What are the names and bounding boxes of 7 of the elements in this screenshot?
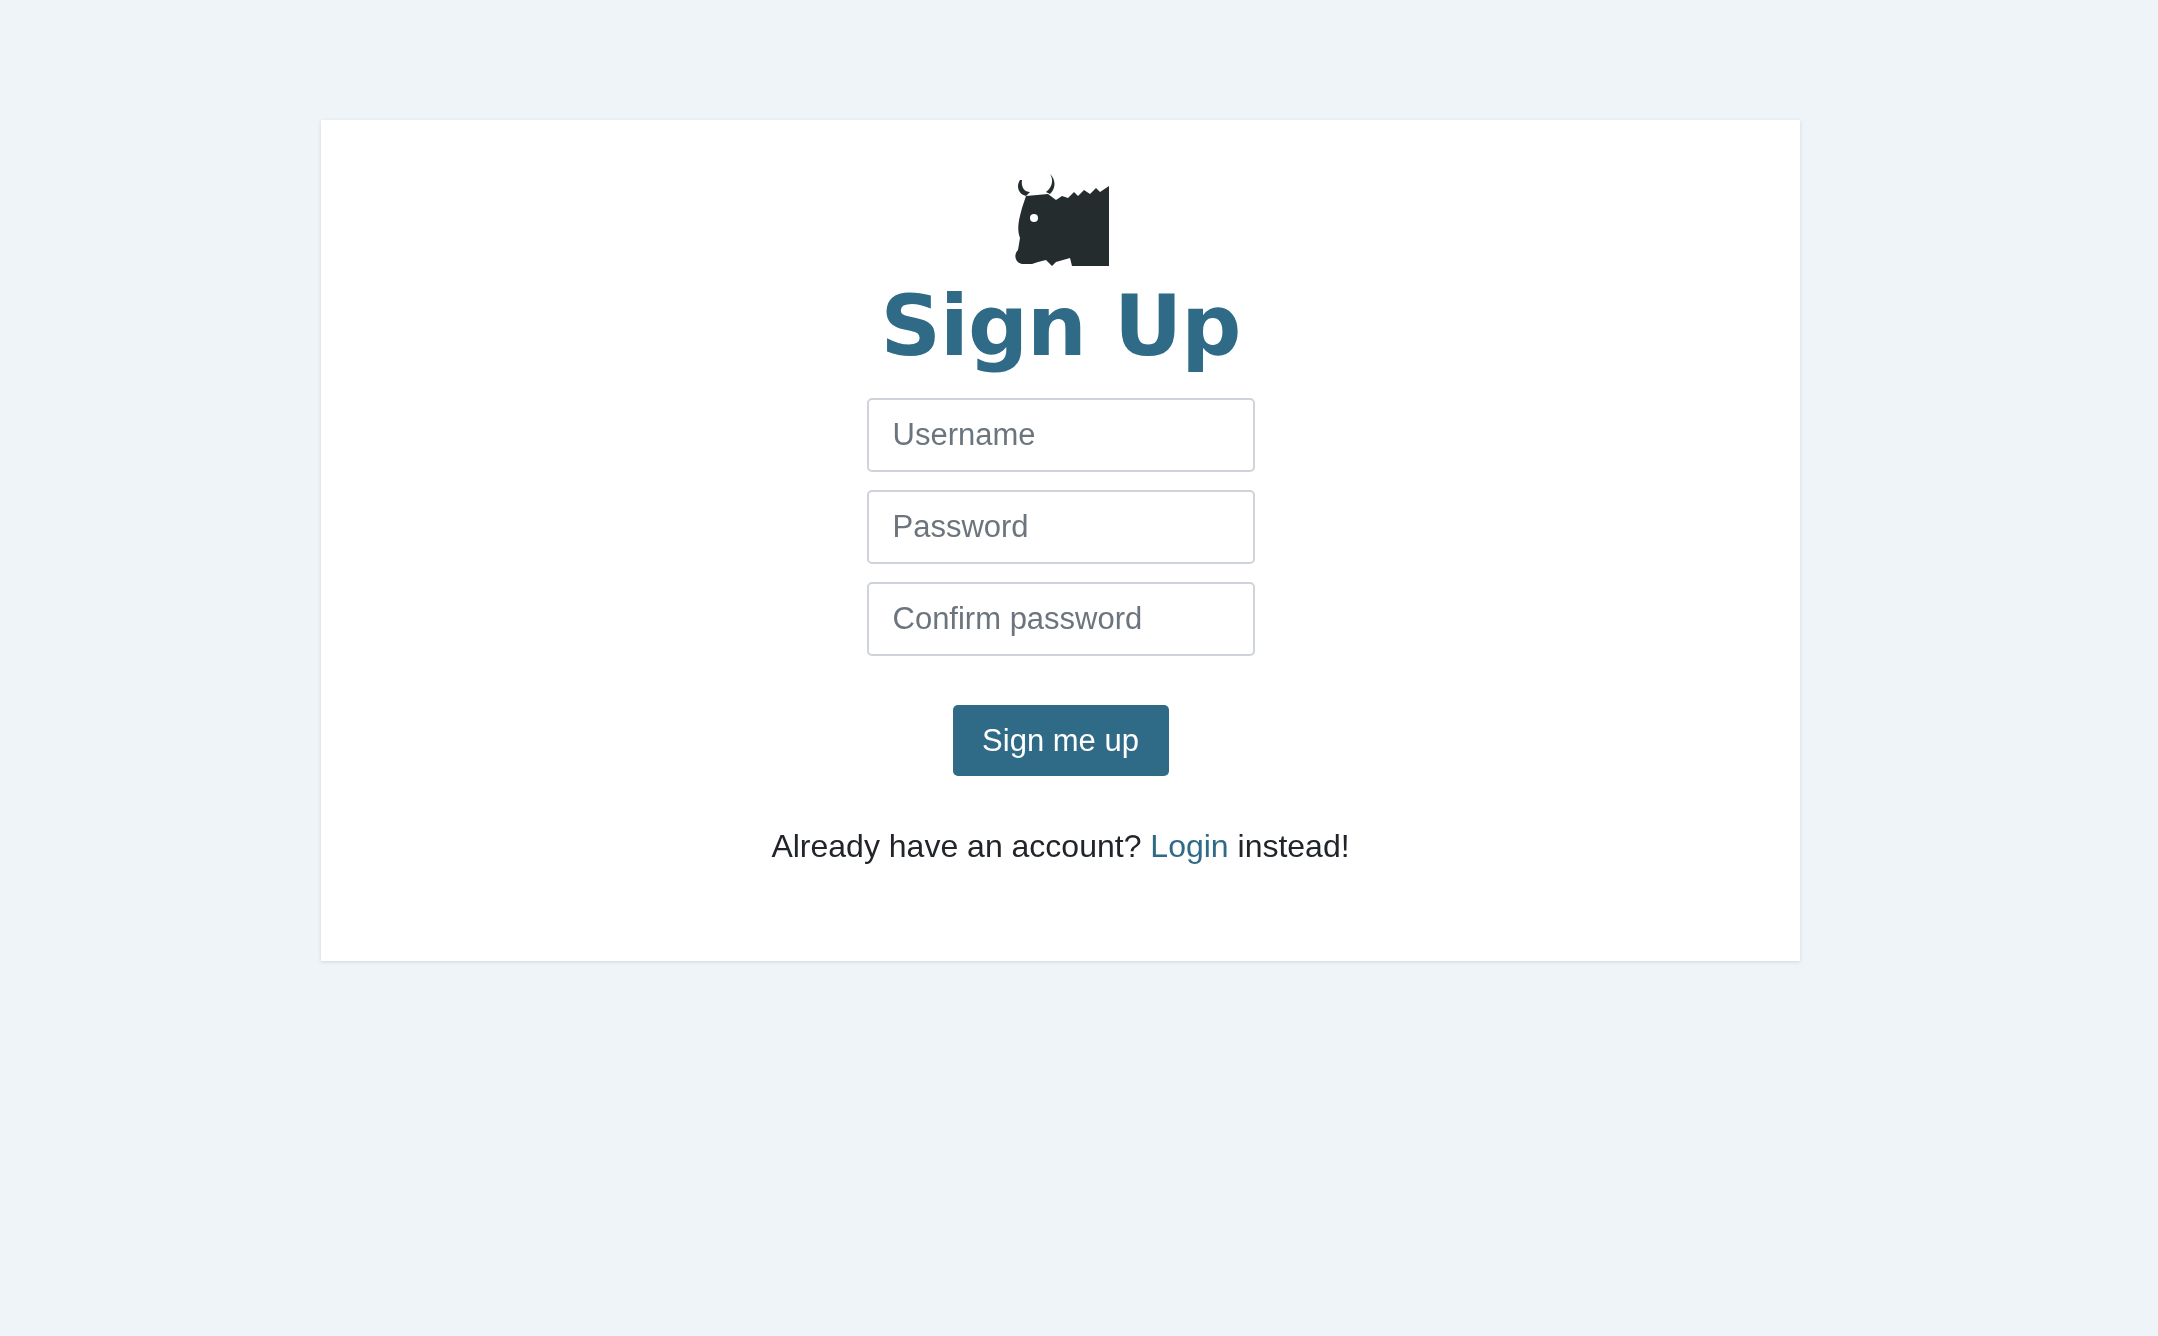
text-field[interactable]: Password bbox=[866, 490, 1255, 564]
page-title: Sign Up bbox=[880, 280, 1241, 372]
text-field[interactable]: Username bbox=[866, 398, 1255, 472]
sign-up-button[interactable]: Sign me up bbox=[952, 705, 1169, 776]
login-prompt: Already have an account? Login instead! bbox=[771, 828, 1350, 865]
login-link[interactable]: Login bbox=[1150, 828, 1229, 864]
text-field[interactable]: Confirm password bbox=[866, 582, 1255, 656]
